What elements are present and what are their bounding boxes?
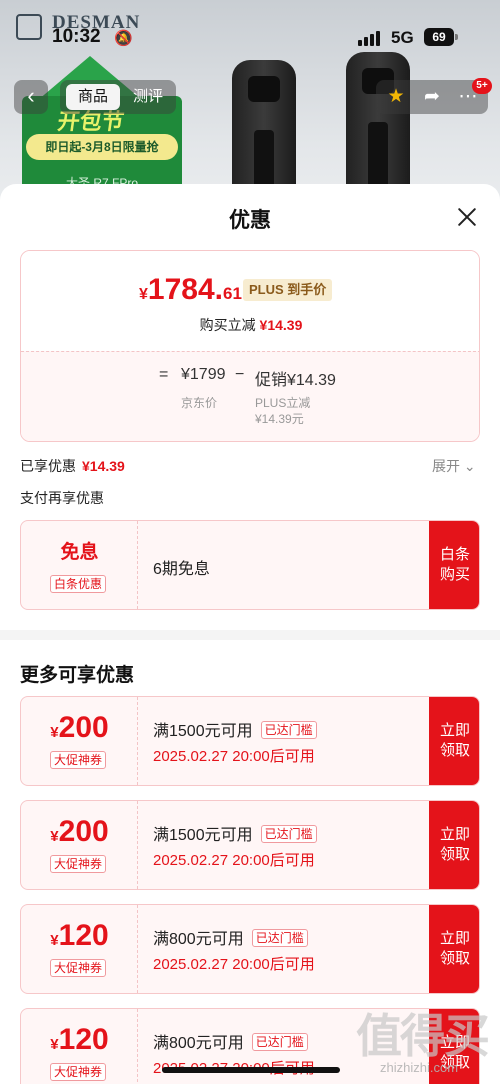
pay-more-label: 支付再享优惠 (20, 490, 104, 506)
coupon-card: ¥120 大促神券 满800元可用已达门槛 2025.02.27 20:00后可… (20, 904, 480, 994)
coupon-tag: 大促神券 (50, 855, 107, 873)
expand-button[interactable]: 展开 ⌄ (432, 456, 476, 476)
formula-eq: = (159, 366, 169, 383)
watermark: 值得买 (356, 1011, 490, 1062)
threshold-reached-tag: 已达门槛 (260, 721, 317, 739)
coupon-amount: ¥120 (50, 919, 109, 952)
coupon-valid-time: 2025.02.27 20:00后可用 (153, 748, 315, 765)
network-type: 5G (391, 28, 414, 47)
instant-discount: 购买立减 ¥14.39 (199, 317, 303, 333)
plus-price-tag: PLUS 到手价 (243, 279, 333, 301)
coupon-valid-time: 2025.02.27 20:00后可用 (153, 852, 315, 869)
nav-tabs: 商品 测评 (60, 80, 176, 114)
sheet-title: 优惠 (229, 209, 271, 232)
coupon-tag: 大促神券 (50, 751, 107, 769)
coupon-tag: 大促神券 (50, 959, 107, 977)
enjoyed-discount: 已享优惠 ¥14.39 (20, 458, 125, 474)
tab-product[interactable]: 商品 (66, 84, 120, 110)
battery-icon: 69 (424, 28, 458, 46)
baitiao-tag: 白条优惠 (50, 575, 107, 593)
home-indicator[interactable] (162, 1067, 340, 1073)
mute-bell-icon: 🔕 (114, 30, 133, 47)
more-coupons-title: 更多可享优惠 (20, 665, 135, 686)
jd-price-label: 京东价 (181, 396, 218, 410)
coupon-tag: 大促神券 (50, 1063, 107, 1081)
signal-icon (358, 30, 382, 46)
promo-amount: 促销¥14.39 (255, 372, 336, 389)
section-divider (0, 630, 500, 640)
discount-sheet: 优惠 ¥1784.61 PLUS 到手价 购买立减 ¥14.39 = ¥1799… (0, 184, 500, 1084)
baitiao-title: 免息 (60, 542, 99, 563)
status-time: 10:32 (52, 26, 101, 47)
baitiao-buy-button[interactable]: 白条购买 (429, 521, 479, 609)
coupon-condition: 满1500元可用 已达门槛 (153, 821, 317, 845)
coupon-valid-time: 2025.02.27 20:00后可用 (153, 956, 315, 973)
status-bar: 10:32 🔕 5G 69 (0, 0, 500, 70)
coupon-condition: 满1500元可用 已达门槛 (153, 717, 317, 741)
back-button[interactable]: ‹ (14, 80, 48, 114)
coupon-amount: ¥200 (50, 711, 109, 744)
tab-review[interactable]: 测评 (126, 84, 170, 110)
coupon-condition: 满800元可用 已达门槛 (153, 925, 308, 949)
share-icon[interactable]: ➦ (418, 84, 446, 110)
chevron-left-icon: ‹ (27, 83, 35, 108)
plus-value: ¥14.39元 (255, 412, 304, 426)
watermark-sub: zhizhizhi.com (380, 1060, 459, 1075)
threshold-reached-tag: 已达门槛 (251, 929, 308, 947)
chevron-down-icon: ⌄ (463, 458, 476, 474)
claim-coupon-button[interactable]: 立即领取 (429, 905, 479, 993)
message-badge: 5+ (472, 78, 492, 94)
baitiao-coupon: 免息 白条优惠 6期免息 白条购买 (20, 520, 480, 610)
final-price: ¥1784.61 (139, 273, 242, 306)
price-summary-card: ¥1784.61 PLUS 到手价 购买立减 ¥14.39 = ¥1799 − … (20, 250, 480, 442)
threshold-reached-tag: 已达门槛 (251, 1033, 308, 1051)
coupon-amount: ¥120 (50, 1023, 109, 1056)
favorite-star-icon[interactable]: ★ (382, 84, 410, 110)
claim-coupon-button[interactable]: 立即领取 (429, 801, 479, 889)
baitiao-desc: 6期免息 (153, 561, 210, 578)
banner-ribbon: 即日起-3月8日限量抢 (26, 134, 178, 160)
formula-minus: − (235, 366, 245, 383)
claim-coupon-button[interactable]: 立即领取 (429, 697, 479, 785)
plus-label: PLUS立减 (255, 396, 311, 410)
coupon-condition: 满800元可用 已达门槛 (153, 1029, 308, 1053)
jd-price: ¥1799 (181, 366, 226, 383)
coupon-amount: ¥200 (50, 815, 109, 848)
coupon-card: ¥200 大促神券 满1500元可用 已达门槛 2025.02.27 20:00后… (20, 696, 480, 786)
coupon-card: ¥200 大促神券 满1500元可用 已达门槛 2025.02.27 20:00后… (20, 800, 480, 890)
threshold-reached-tag: 已达门槛 (260, 825, 317, 843)
close-icon[interactable] (454, 204, 480, 230)
